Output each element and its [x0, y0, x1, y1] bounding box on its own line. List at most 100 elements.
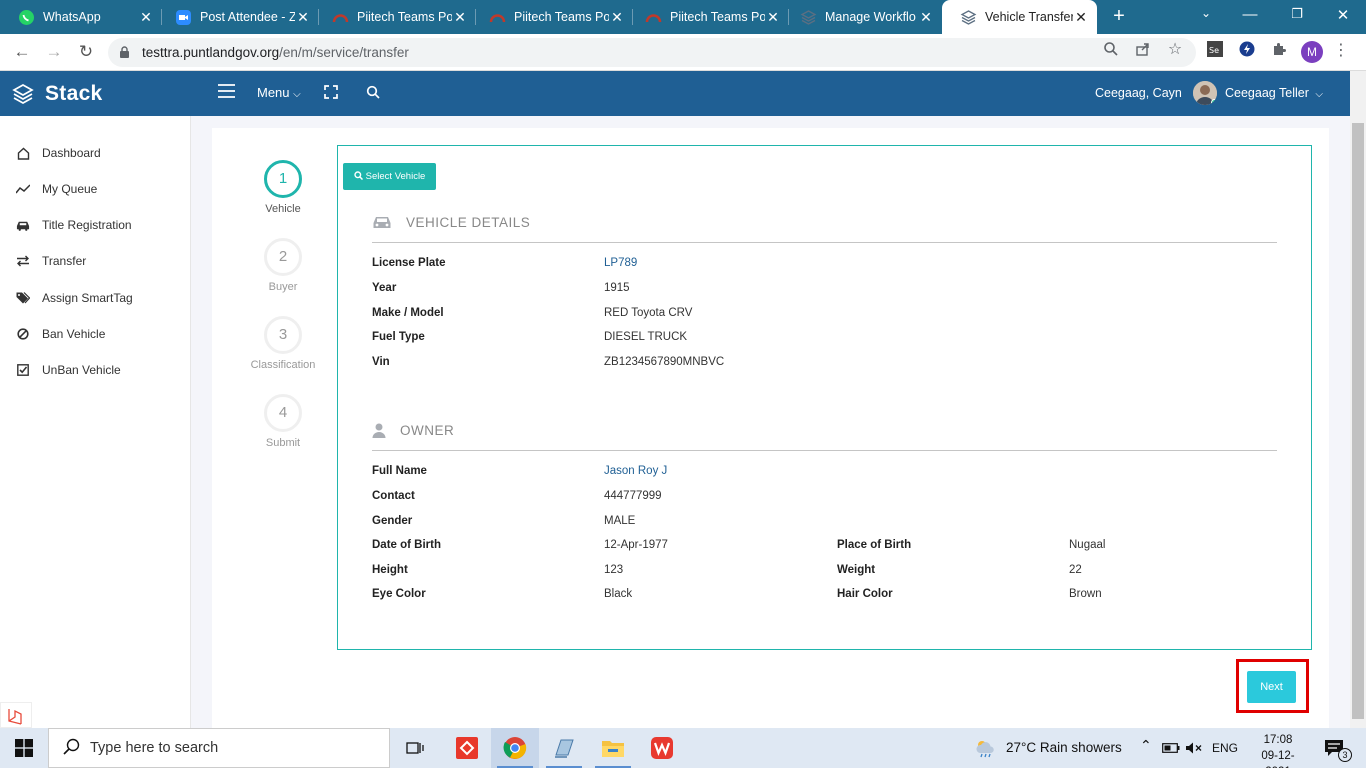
sidebar-item-label: Transfer	[42, 254, 87, 268]
laravel-debugbar-icon[interactable]	[0, 702, 32, 728]
weather-text[interactable]: 27°C Rain showers	[1006, 740, 1122, 755]
select-vehicle-button[interactable]: Select Vehicle	[343, 163, 436, 190]
next-button[interactable]: Next	[1247, 671, 1296, 703]
sidebar-item-label: Title Registration	[42, 218, 132, 232]
user-icon	[372, 423, 390, 438]
sidebar-item-assign-smarttag[interactable]: Assign SmartTag	[0, 283, 191, 313]
close-icon[interactable]: ✕	[765, 9, 781, 26]
step-vehicle[interactable]: 1 Vehicle	[240, 160, 326, 215]
brand[interactable]: Stack	[12, 82, 103, 106]
step-submit[interactable]: 4 Submit	[240, 394, 326, 449]
wps-office-app[interactable]	[638, 728, 686, 768]
minimize-button[interactable]: —	[1240, 6, 1260, 23]
step-label: Buyer	[268, 281, 298, 293]
sidebar-item-title-registration[interactable]: Title Registration	[0, 210, 191, 240]
license-plate-value[interactable]: LP789	[604, 257, 637, 269]
stack-logo-icon	[12, 84, 34, 104]
avatar[interactable]	[1193, 81, 1217, 105]
task-view-button[interactable]	[392, 728, 440, 768]
tab-vehicle-transfer[interactable]: Vehicle Transfer | ✕	[942, 0, 1097, 34]
user-role-dropdown[interactable]: Ceegaag Teller ⌵	[1225, 86, 1323, 100]
stack-icon	[960, 9, 977, 26]
full-name-value[interactable]: Jason Roy J	[604, 465, 667, 477]
sidebar-item-label: Dashboard	[42, 146, 101, 160]
close-icon[interactable]: ✕	[138, 9, 154, 26]
back-button[interactable]: ←	[11, 42, 33, 64]
fuel-type-value: DIESEL TRUCK	[604, 331, 688, 343]
piitech-icon	[645, 9, 662, 26]
language-indicator[interactable]: ENG	[1212, 741, 1238, 755]
extension-bolt-icon[interactable]	[1237, 41, 1257, 61]
chevron-up-icon[interactable]: ⌃	[1140, 737, 1152, 754]
tab-piitech-1[interactable]: Piitech Teams Po ✕	[314, 0, 476, 34]
clock-time: 17:08	[1263, 734, 1293, 746]
clock[interactable]: 17:08 09-12-2021	[1250, 732, 1306, 768]
new-tab-button[interactable]: +	[1108, 6, 1130, 28]
notepad-icon	[555, 739, 574, 758]
sidebar-item-dashboard[interactable]: Dashboard	[0, 138, 191, 168]
extensions-puzzle-icon[interactable]	[1269, 41, 1289, 61]
svg-text:Se: Se	[1209, 46, 1219, 55]
notification-center-button[interactable]: 3	[1318, 728, 1352, 768]
restore-button[interactable]: ❐	[1287, 6, 1307, 22]
field-label: Contact	[372, 490, 415, 502]
close-icon[interactable]: ✕	[918, 9, 934, 26]
search-placeholder: Type here to search	[90, 740, 219, 756]
weather-icon[interactable]	[972, 728, 998, 768]
notification-count-badge: 3	[1338, 748, 1352, 762]
tab-whatsapp[interactable]: WhatsApp ✕	[0, 0, 162, 34]
vehicle-details-heading: VEHICLE DETAILS	[372, 215, 530, 230]
tab-piitech-3[interactable]: Piitech Teams Po ✕	[627, 0, 789, 34]
sidebar-item-transfer[interactable]: Transfer	[0, 246, 191, 276]
windows-logo-icon	[15, 739, 33, 757]
zoom-magnifier-icon[interactable]	[1101, 41, 1121, 61]
chrome-app[interactable]	[491, 728, 539, 768]
step-buyer[interactable]: 2 Buyer	[240, 238, 326, 293]
page-scrollbar[interactable]	[1350, 71, 1366, 728]
more-options-icon[interactable]: ⋮	[1331, 41, 1351, 61]
gender-value: MALE	[604, 515, 636, 527]
tab-manage-workflow[interactable]: Manage Workflo ✕	[782, 0, 942, 34]
app-header: Stack Menu ⌵ Ceegaag, Cayn Ceegaag Telle…	[0, 71, 1350, 116]
sidebar-item-unban-vehicle[interactable]: UnBan Vehicle	[0, 355, 191, 385]
url-field[interactable]: testtra.puntlandgov.org/en/m/service/tra…	[108, 38, 1196, 67]
profile-avatar[interactable]: M	[1301, 41, 1323, 63]
scrollbar-thumb[interactable]	[1352, 123, 1364, 719]
notepad-app[interactable]	[540, 728, 588, 768]
make-model-value: RED Toyota CRV	[604, 307, 693, 319]
select-vehicle-label: Select Vehicle	[365, 171, 426, 182]
tab-zoom[interactable]: Post Attendee - Z ✕	[157, 0, 319, 34]
search-icon[interactable]	[366, 85, 380, 104]
hamburger-menu-icon[interactable]	[218, 84, 235, 103]
close-icon[interactable]: ✕	[1073, 9, 1089, 26]
home-icon	[16, 146, 30, 160]
close-icon[interactable]: ✕	[295, 9, 311, 26]
menu-dropdown[interactable]: Menu ⌵	[257, 85, 301, 100]
file-explorer-app[interactable]	[589, 728, 637, 768]
tab-piitech-2[interactable]: Piitech Teams Po ✕	[471, 0, 633, 34]
trend-line-icon	[16, 182, 30, 196]
sidebar-item-ban-vehicle[interactable]: Ban Vehicle	[0, 319, 191, 349]
selenium-extension-icon[interactable]: Se	[1205, 41, 1225, 61]
battery-icon[interactable]	[1160, 728, 1182, 768]
step-classification[interactable]: 3 Classification	[240, 316, 326, 371]
start-button[interactable]	[0, 728, 48, 768]
taskbar-search-box[interactable]: Type here to search	[48, 728, 390, 768]
share-icon[interactable]	[1133, 41, 1153, 61]
close-window-button[interactable]: ✕	[1333, 6, 1353, 24]
bookmark-star-icon[interactable]: ☆	[1165, 40, 1185, 60]
place-of-birth-value: Nugaal	[1069, 539, 1106, 551]
close-icon[interactable]: ✕	[452, 9, 468, 26]
tab-label: Piitech Teams Po	[514, 10, 609, 24]
tab-label: Piitech Teams Po	[357, 10, 452, 24]
section-title: OWNER	[400, 423, 455, 438]
sidebar-item-my-queue[interactable]: My Queue	[0, 174, 191, 204]
close-icon[interactable]: ✕	[609, 9, 625, 26]
forward-button[interactable]: →	[43, 42, 65, 64]
fullscreen-icon[interactable]	[324, 85, 338, 104]
tab-search-chevron-icon[interactable]: ⌄	[1196, 6, 1216, 20]
reload-button[interactable]: ↻	[75, 42, 97, 64]
speaker-muted-icon[interactable]	[1183, 728, 1205, 768]
anydesk-app[interactable]	[443, 728, 491, 768]
whatsapp-icon	[18, 9, 35, 26]
